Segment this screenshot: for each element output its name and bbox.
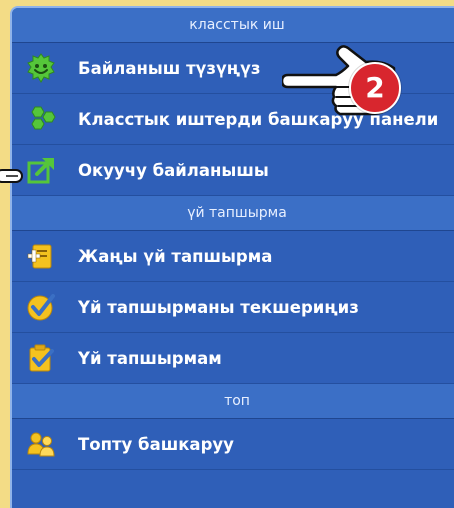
- menu-item-label: Жаңы үй тапшырма: [78, 246, 273, 266]
- menu-item-label: Үй тапшырманы текшериңиз: [78, 297, 359, 317]
- checkmark-badge-icon: [26, 292, 56, 322]
- menu-item-new-homework[interactable]: Жаңы үй тапшырма: [12, 231, 454, 282]
- step-number-badge: 2: [349, 62, 401, 114]
- pointing-hand-icon: [0, 169, 23, 183]
- add-document-icon: [26, 241, 56, 271]
- menu-item-my-homework[interactable]: Үй тапшырмам: [12, 333, 454, 384]
- green-hexagons-icon: [26, 104, 56, 134]
- section-header-homework: үй тапшырма: [12, 196, 454, 231]
- menu-item-label: Окуучу байланышы: [78, 160, 269, 180]
- checklist-icon: [26, 343, 56, 373]
- section-header-group: топ: [12, 384, 454, 419]
- menu-item-manage-group[interactable]: Топту башкаруу: [12, 419, 454, 470]
- menu-item-label: Топту башкаруу: [78, 434, 234, 454]
- group-people-icon: [26, 429, 56, 459]
- green-smiley-icon: [26, 53, 56, 83]
- menu-item-label: Үй тапшырмам: [78, 348, 222, 368]
- menu-item-label: Байланыш түзүңүз: [78, 58, 261, 78]
- section-header-classwork: класстык иш: [12, 8, 454, 43]
- menu-item-student-connection[interactable]: Окуучу байланышы: [12, 145, 454, 196]
- menu-item-check-homework[interactable]: Үй тапшырманы текшериңиз: [12, 282, 454, 333]
- share-arrow-icon: [26, 155, 56, 185]
